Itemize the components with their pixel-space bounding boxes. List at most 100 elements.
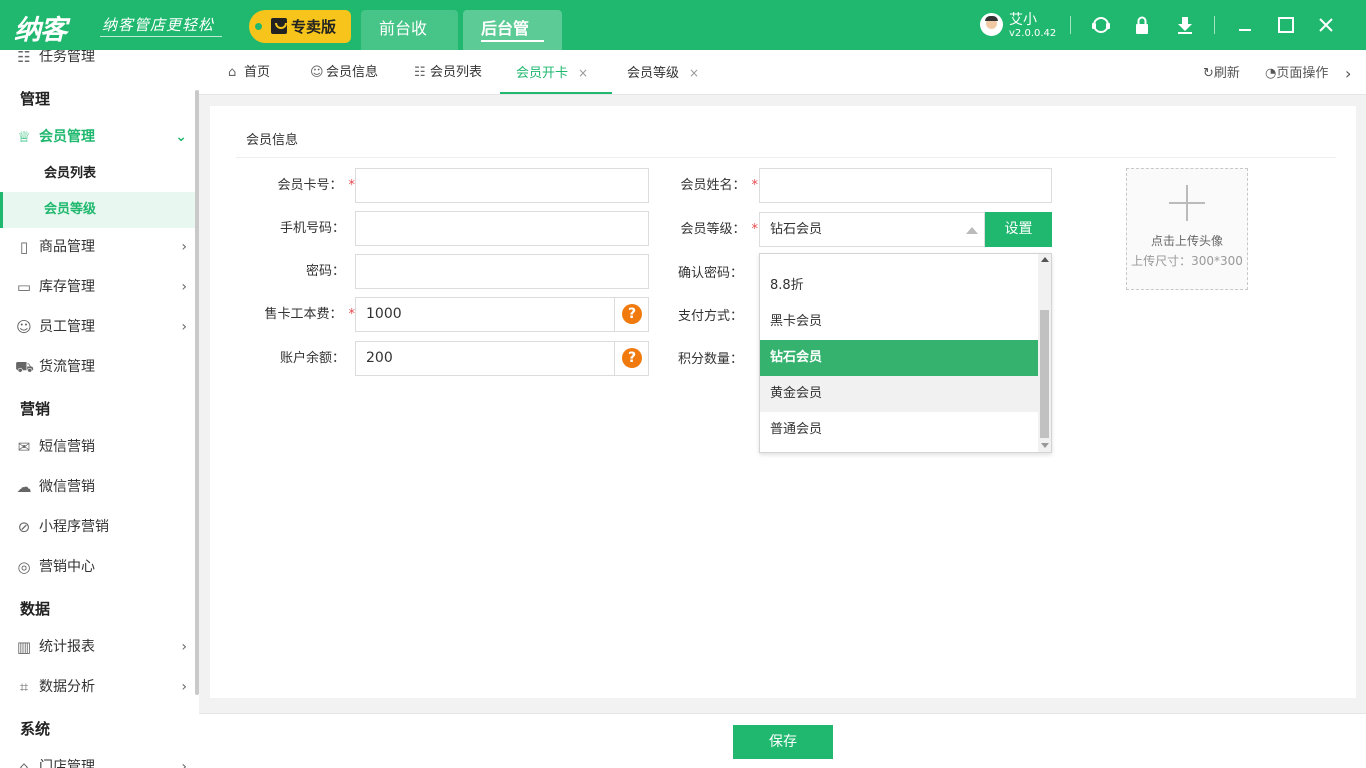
tab-label: 会员列表 [430,65,483,80]
password-input[interactable] [355,254,649,289]
sidebar-item-label: 微信营销 [39,479,95,495]
chevron-right-icon: › [181,679,187,695]
member-level-value: 钻石会员 [770,222,823,237]
sidebar-item-label: 短信营销 [39,439,95,455]
tab-member-level[interactable]: 会员等级 × [627,50,699,94]
sidebar-item-sms-marketing[interactable]: ✉ 短信营销 [0,429,195,465]
sidebar-item-label: 库存管理 [39,279,95,295]
card-fee-value: 1000 [366,306,402,322]
card-no-input[interactable] [355,168,649,203]
sidebar-group-data: 数据 [20,600,51,618]
chevron-down-icon: ⌄ [175,129,187,145]
sidebar-item-wechat-marketing[interactable]: ☁ 微信营销 [0,469,195,505]
page-ops-button[interactable]: ◔页面操作 [1265,50,1328,95]
crown-icon: ♕ [17,128,31,146]
sidebar-item-miniapp-marketing[interactable]: ⊘ 小程序营销 [0,509,195,545]
dropdown-option[interactable]: 8.8折 [760,268,1039,304]
maximize-icon[interactable] [1275,14,1297,36]
sidebar-item-goods-manage[interactable]: ▯ 商品管理 › [0,229,195,265]
member-name-label: 会员姓名： * [650,168,758,203]
close-icon[interactable] [1315,14,1337,36]
user-name[interactable]: 艾小 [1009,9,1037,29]
required-mark: * [751,222,759,237]
sidebar-item-marketing-center[interactable]: ◎ 营销中心 [0,549,195,585]
tab-backend-manage[interactable]: 后台管理 [463,10,562,76]
page-tabbar: ⌂ 首页 ☺ 会员信息 ☷ 会员列表 会员开卡 × 会员等级 × ↻刷新 ◔页面操作 › [199,50,1366,95]
sidebar-item-label: 营销中心 [39,559,95,575]
sidebar-item-stock-manage[interactable]: ▭ 库存管理 › [0,269,195,305]
sidebar-item-data-analysis[interactable]: ⌗ 数据分析 › [0,669,195,705]
home-icon: ⌂ [228,65,237,80]
avatar-size-hint: 上传尺寸：300*300 [1131,254,1243,268]
tab-close-icon[interactable]: × [689,66,699,80]
tab-close-icon[interactable]: × [578,66,588,80]
required-mark: * [751,178,759,193]
chevron-right-icon: › [181,639,187,655]
sidebar-item-label: 任务管理 [39,50,95,65]
sidebar-item-label: 小程序营销 [39,519,109,535]
sidebar-item-staff-manage[interactable]: ☺ 员工管理 › [0,309,195,345]
sidebar-item-task-manage[interactable]: ☷ 任务管理 [0,50,195,75]
dropdown-option-hovered[interactable]: 黄金会员 [760,376,1039,412]
phone-label: 手机号码： [279,221,345,236]
tab-member-info[interactable]: ☺ 会员信息 [310,50,378,94]
shopping-bag-icon [271,18,287,34]
save-button[interactable]: 保存 [733,725,833,759]
sidebar-item-member-manage[interactable]: ♕ 会员管理 ⌄ [0,119,195,155]
set-level-button[interactable]: 设置 [985,212,1052,247]
help-icon[interactable] [614,297,648,332]
scroll-up-icon[interactable] [1041,257,1049,262]
warehouse-icon: ▭ [16,278,32,296]
scroll-down-icon[interactable] [1041,443,1049,448]
sidebar-subitem-member-level[interactable]: 会员等级 [0,192,195,228]
label-text: 售卡工本费： [264,307,343,322]
help-icon[interactable] [614,341,648,376]
app-slogan: 纳客管店更轻松 [102,16,215,34]
sidebar-scrollbar[interactable] [195,90,199,695]
sidebar-item-logistics-manage[interactable]: ⛟ 货流管理 [0,349,195,385]
avatar-upload-box[interactable]: 点击上传头像 上传尺寸：300*300 [1126,168,1248,290]
app-logo: 纳客 [14,15,67,46]
customer-service-icon[interactable] [1090,14,1112,36]
balance-value: 200 [366,350,393,366]
refresh-label: 刷新 [1213,66,1240,81]
lock-icon[interactable] [1131,14,1153,36]
section-title: 会员信息 [246,133,299,148]
chevron-right-icon: › [181,319,187,335]
label-text: 会员卡号： [277,178,343,193]
refresh-button[interactable]: ↻刷新 [1203,50,1240,95]
phone-input[interactable] [355,211,649,246]
user-avatar[interactable] [980,13,1003,36]
member-level-select[interactable]: 钻石会员 [759,212,985,247]
dropdown-option-selected[interactable]: 钻石会员 [760,340,1039,376]
plus-icon [1169,185,1205,221]
sidebar-item-label: 货流管理 [39,359,95,375]
dropdown-option[interactable]: 普通会员 [760,412,1039,448]
sidebar-item-stats-report[interactable]: ▥ 统计报表 › [0,629,195,665]
tab-member-list[interactable]: ☷ 会员列表 [414,50,482,94]
balance-input[interactable]: 200 [355,341,649,376]
sidebar-item-label: 统计报表 [39,639,95,655]
sidebar-item-store-manage[interactable]: ⌂ 门店管理 › [0,749,195,768]
label-text: 会员等级： [680,222,746,237]
sidebar-subitem-member-list[interactable]: 会员列表 [0,156,195,192]
card-fee-input[interactable]: 1000 [355,297,649,332]
member-name-input[interactable] [759,168,1052,203]
person-icon: ☺ [16,318,32,336]
sidebar-item-label: 会员管理 [39,129,95,145]
tab-home[interactable]: ⌂ 首页 [228,50,270,94]
minimize-icon[interactable] [1234,14,1256,36]
scrollbar-thumb[interactable] [1040,310,1049,438]
refresh-icon: ↻ [1203,66,1214,81]
tab-member-card[interactable]: 会员开卡 × [500,50,612,94]
mail-icon: ✉ [17,438,31,456]
download-icon[interactable] [1174,14,1196,36]
dropdown-option[interactable]: 8折 [760,254,1039,268]
tabs-scroll-right-icon[interactable]: › [1345,50,1351,95]
dropdown-scrollbar[interactable] [1038,254,1051,452]
dropdown-option[interactable]: 黑卡会员 [760,304,1039,340]
truck-icon: ⛟ [15,358,34,376]
divider [1214,16,1215,34]
tab-front-cashier[interactable]: 前台收银 [361,10,458,76]
gauge-icon: ◔ [1265,66,1277,81]
